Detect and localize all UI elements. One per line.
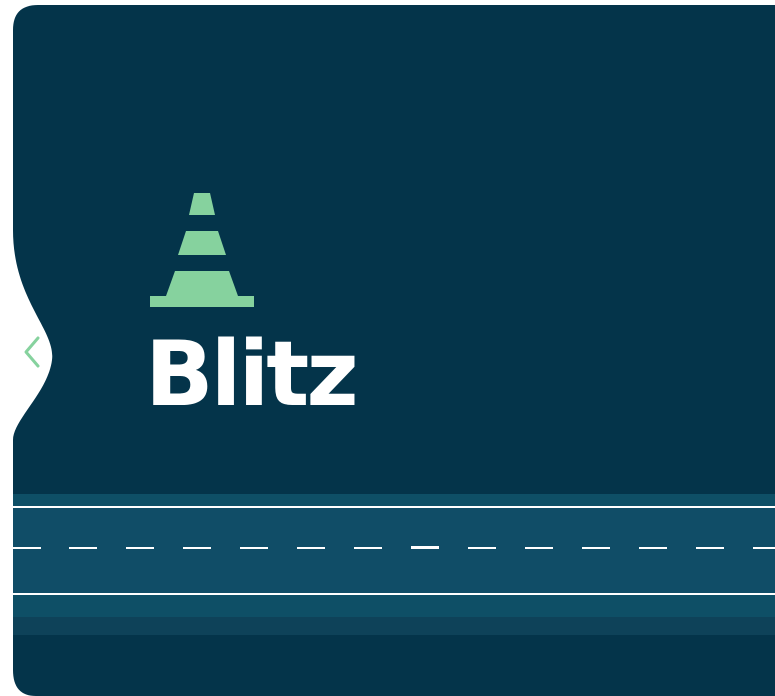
back-button[interactable] — [16, 332, 50, 372]
app-title: Blitz — [145, 322, 359, 427]
traffic-cone-icon — [150, 193, 254, 307]
chevron-left-icon — [24, 336, 40, 368]
splash-screen: Blitz — [0, 0, 775, 696]
road-illustration — [13, 494, 775, 635]
